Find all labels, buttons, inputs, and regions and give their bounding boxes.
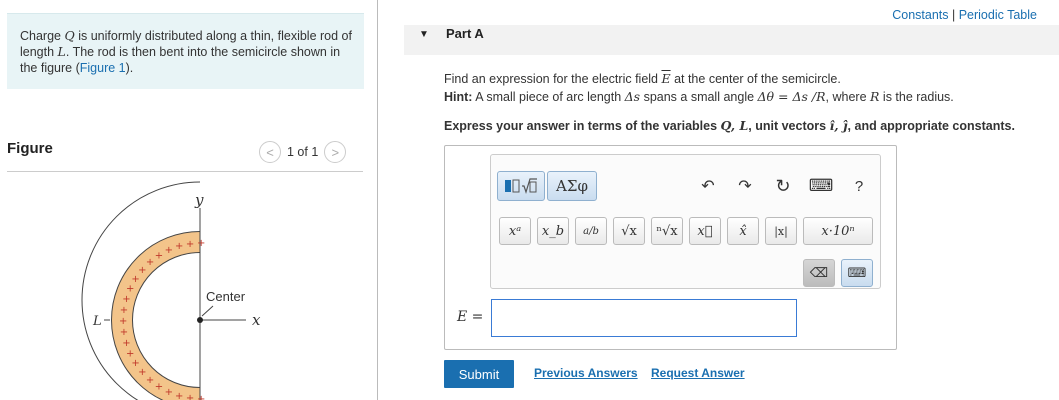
top-links: Constants | Periodic Table — [892, 8, 1037, 22]
question-text-part: at the center of the semicircle. — [670, 72, 841, 86]
constants-link[interactable]: Constants — [892, 8, 948, 22]
center-label: Center — [206, 289, 246, 304]
periodic-table-link[interactable]: Periodic Table — [959, 8, 1037, 22]
link-separator: | — [948, 8, 959, 22]
var-q: Q — [64, 28, 75, 43]
center-pointer — [201, 305, 214, 317]
answer-label: E = — [457, 309, 484, 325]
plus-sign: + — [155, 382, 163, 393]
plus-sign: + — [186, 239, 194, 250]
part-label: Part A — [446, 26, 484, 41]
plus-sign: + — [126, 284, 134, 295]
column-divider — [377, 0, 378, 400]
plus-sign: + — [165, 245, 173, 256]
plus-sign: + — [197, 394, 205, 400]
hint-text: spans a small angle — [640, 90, 758, 104]
figure-header: Figure < 1 of 1 > — [7, 139, 363, 172]
plus-sign: + — [197, 238, 205, 249]
sqrt-button[interactable]: √x — [613, 217, 645, 245]
x-label: x — [252, 311, 261, 329]
plus-sign: + — [120, 327, 128, 338]
submit-button[interactable]: Submit — [444, 360, 514, 388]
subscript-button[interactable]: x_b — [537, 217, 569, 245]
intro-text: Charge — [20, 29, 65, 43]
var-delta-s: Δs — [624, 89, 641, 104]
reset-icon[interactable]: ↻ — [771, 173, 795, 199]
figure-page-count: 1 of 1 — [287, 145, 319, 159]
hint-line: Hint: A small piece of arc length Δs spa… — [444, 88, 1054, 106]
instruction-text: , and appropriate constants. — [847, 119, 1015, 133]
hint-text: is the radius. — [879, 90, 954, 104]
plus-sign: + — [155, 250, 163, 261]
plus-sign: + — [175, 241, 183, 252]
plus-sign: + — [146, 375, 154, 386]
intro-text: . The rod is then bent into the semicirc… — [20, 45, 341, 75]
request-answer-link[interactable]: Request Answer — [651, 366, 745, 380]
undo-icon[interactable]: ↶ — [696, 173, 720, 199]
absolute-value-button[interactable]: |x| — [765, 217, 797, 245]
question-text-part: Find an expression for the electric fiel… — [444, 72, 662, 86]
plus-sign: + — [175, 391, 183, 400]
previous-answers-link[interactable]: Previous Answers — [534, 366, 638, 380]
unit-vector-button[interactable]: x̂ — [727, 217, 759, 245]
answer-panel: ΑΣφ ↶ ↷ ↻ ⌨ ? xᵃ x_b a/b √x ⁿ√x x⃗ x̂ |x… — [444, 145, 897, 350]
plus-sign: + — [146, 257, 154, 268]
instruction-text: Express your answer in terms of the vari… — [444, 119, 721, 133]
intro-text: ). — [125, 61, 134, 75]
y-label: y — [194, 191, 204, 209]
var-e-vector: E — [661, 71, 671, 86]
length-label: L — [92, 314, 102, 329]
delta-theta-equation: Δθ = Δs /R — [757, 89, 826, 104]
plus-sign: + — [120, 305, 128, 316]
keyboard-icon[interactable]: ⌨ — [809, 173, 834, 199]
figure-pager: < 1 of 1 > — [259, 141, 347, 163]
nth-root-button[interactable]: ⁿ√x — [651, 217, 683, 245]
problem-intro: Charge Q is uniformly distributed along … — [7, 13, 364, 89]
help-icon[interactable]: ? — [847, 173, 871, 199]
center-point — [197, 317, 203, 323]
plus-sign: + — [165, 387, 173, 398]
hint-text: A small piece of arc length — [472, 90, 625, 104]
next-figure-button[interactable]: > — [324, 141, 347, 163]
keyboard-toggle-icon[interactable]: ⌨ — [841, 259, 873, 287]
prev-figure-button[interactable]: < — [259, 141, 281, 163]
scientific-notation-button[interactable]: x·10ⁿ — [803, 217, 873, 245]
answer-instructions: Express your answer in terms of the vari… — [444, 118, 1015, 133]
redo-icon[interactable]: ↷ — [733, 173, 757, 199]
hint-label: Hint: — [444, 90, 473, 104]
hint-text: , where — [825, 90, 871, 104]
question-text: Find an expression for the electric fiel… — [444, 70, 1054, 106]
delete-icon[interactable]: ⌫ — [803, 259, 835, 287]
part-a-header[interactable]: ▼ Part A — [404, 25, 1059, 55]
vector-button[interactable]: x⃗ — [689, 217, 721, 245]
answer-variables: Q, L — [720, 118, 749, 133]
greek-symbols-button[interactable]: ΑΣφ — [547, 171, 597, 201]
plus-sign: + — [186, 393, 194, 400]
fraction-button[interactable]: a/b — [575, 217, 607, 245]
plus-sign: + — [122, 338, 130, 349]
figure-image: + + + + + + + + + + + + + + + + + + + + + + + y x Center L — [80, 180, 300, 400]
answer-input[interactable] — [491, 299, 797, 337]
var-l: L — [57, 44, 66, 59]
figure-title: Figure — [7, 140, 53, 157]
templates-button[interactable] — [497, 171, 545, 201]
math-toolbar: ΑΣφ ↶ ↷ ↻ ⌨ ? xᵃ x_b a/b √x ⁿ√x x⃗ x̂ |x… — [490, 154, 881, 289]
figure-link[interactable]: Figure 1 — [80, 61, 126, 75]
semicircle-diagram: +++++++++++++++++++ + + + + y x Center L — [81, 181, 261, 400]
question-line: Find an expression for the electric fiel… — [444, 70, 1054, 88]
unit-vectors: î, ĵ — [829, 118, 848, 133]
plus-sign: + — [122, 294, 130, 305]
collapse-caret-icon[interactable]: ▼ — [419, 29, 429, 40]
instruction-text: , unit vectors — [748, 119, 830, 133]
templates-icon — [505, 178, 537, 194]
plus-sign: + — [119, 316, 127, 327]
superscript-button[interactable]: xᵃ — [499, 217, 531, 245]
